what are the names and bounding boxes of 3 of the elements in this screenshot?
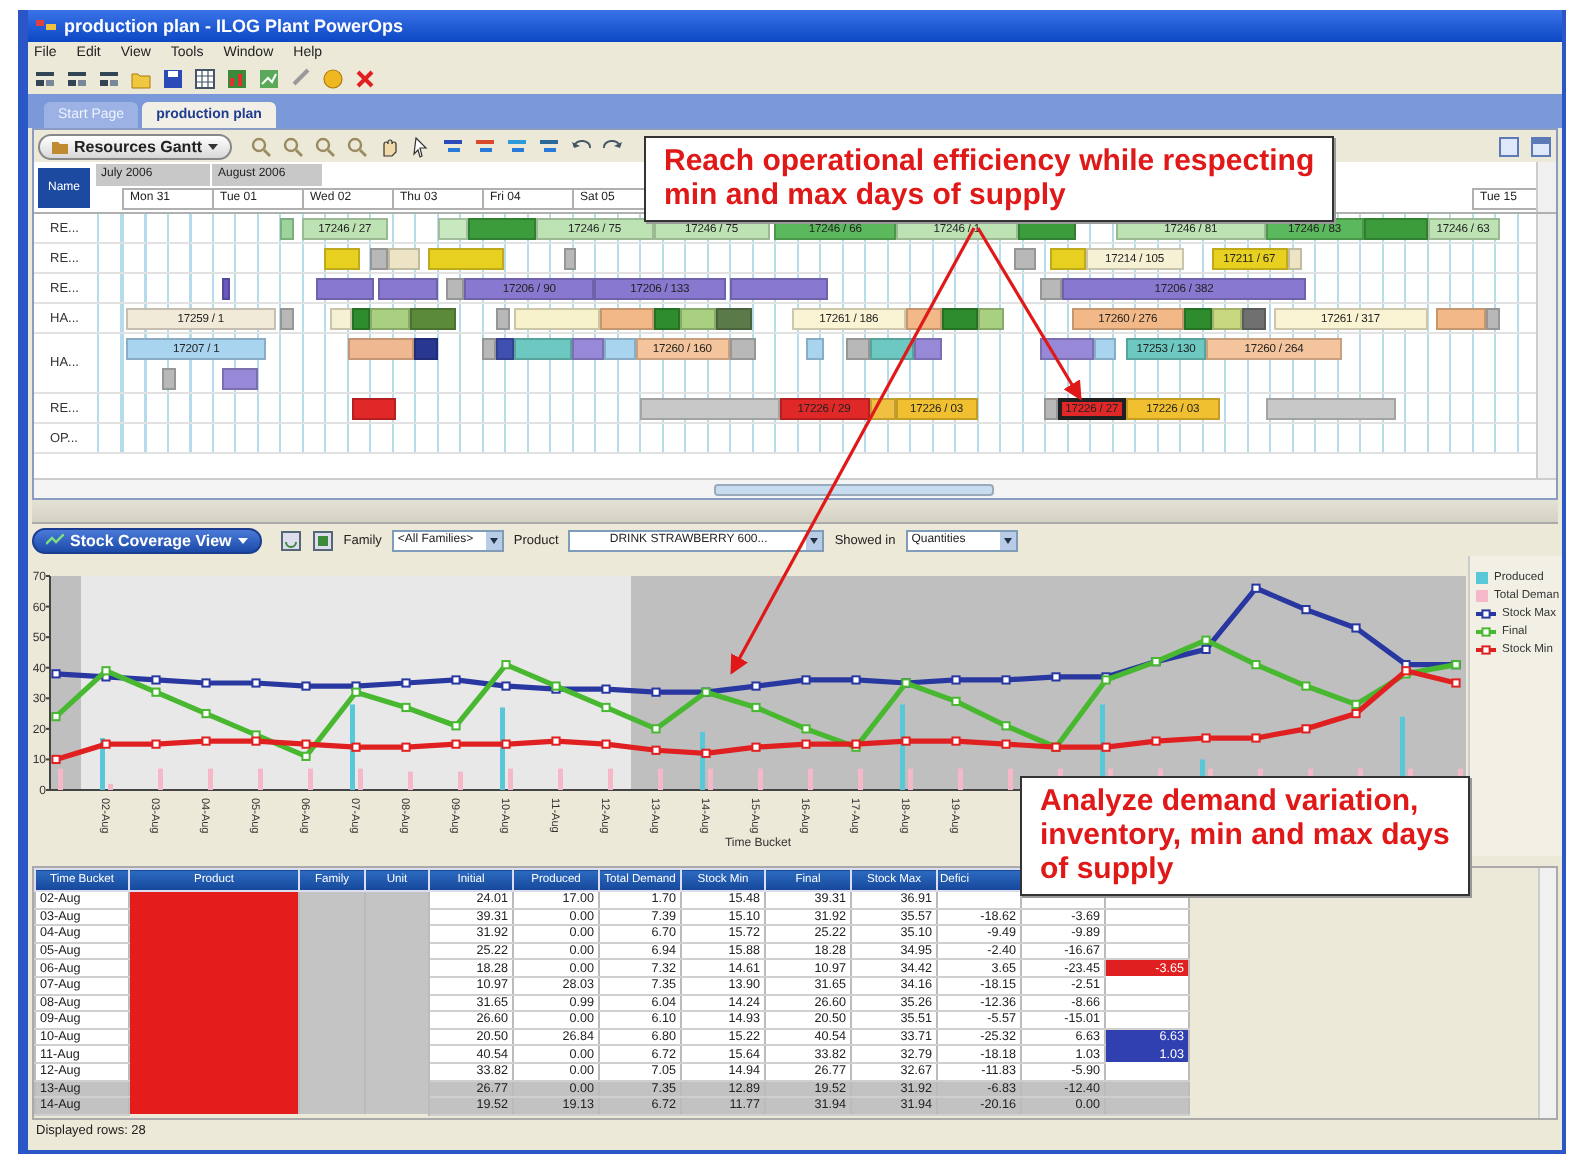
window-title: production plan - ILOG Plant PowerOps bbox=[64, 16, 404, 36]
callout-text: Analyze demand variation, inventory, min and max days of supply bbox=[1020, 776, 1470, 896]
callout-text: Reach operational efficiency while respecting min and max days of supply bbox=[644, 136, 1335, 222]
